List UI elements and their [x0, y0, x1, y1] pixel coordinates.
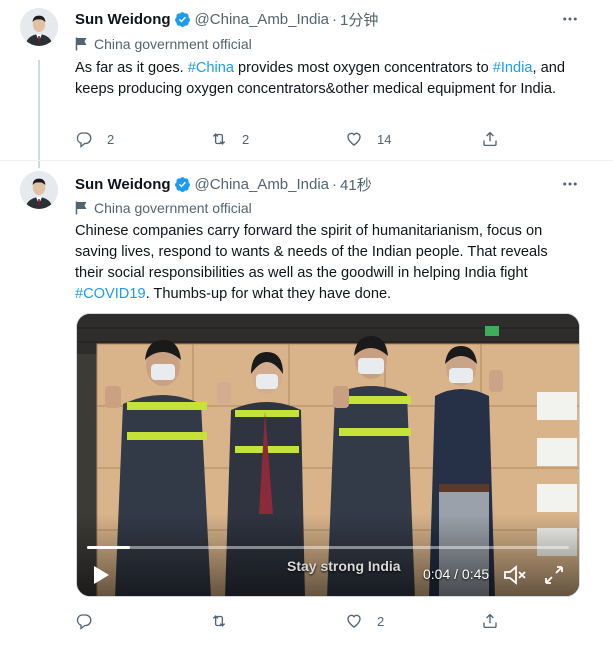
heart-icon	[347, 614, 361, 628]
hashtag-link[interactable]: #COVID19	[75, 286, 146, 302]
play-icon	[94, 566, 109, 584]
retweet-button[interactable]: 2	[210, 128, 249, 150]
timestamp[interactable]: 41秒	[340, 174, 372, 195]
account-label[interactable]: China government official	[75, 198, 252, 218]
flag-icon	[75, 201, 88, 215]
thread-connector	[38, 60, 40, 168]
account-label-text: China government official	[94, 36, 252, 52]
fullscreen-button[interactable]	[543, 564, 565, 586]
author-handle[interactable]: @China_Amb_India	[195, 11, 329, 28]
more-icon[interactable]	[561, 8, 579, 30]
separator: ·	[332, 10, 338, 28]
fullscreen-icon	[545, 566, 563, 584]
video-progress-bar[interactable]	[87, 546, 569, 549]
tweet-actions: 2	[75, 610, 515, 632]
video-frame	[77, 314, 579, 596]
tweet-text: As far as it goes. #China provides most …	[75, 58, 575, 100]
like-count: 2	[377, 613, 385, 629]
tweet-text-segment: Chinese companies carry forward the spir…	[75, 223, 548, 281]
retweet-button[interactable]	[210, 610, 242, 632]
video-player[interactable]: Stay strong India 0:04 / 0:45	[76, 313, 580, 597]
avatar[interactable]	[20, 171, 58, 209]
heart-icon	[347, 132, 361, 146]
hashtag-link[interactable]: #China	[188, 60, 234, 76]
video-progress-fill	[87, 546, 131, 549]
volume-button[interactable]	[503, 564, 527, 586]
reply-button[interactable]	[75, 610, 107, 632]
tweet[interactable]: Sun Weidong @China_Amb_India · 41秒 China…	[0, 160, 613, 653]
share-icon	[483, 613, 497, 629]
more-icon[interactable]	[561, 173, 579, 195]
author-handle[interactable]: @China_Amb_India	[195, 176, 329, 193]
reply-count: 2	[107, 131, 115, 147]
flag-icon	[75, 37, 88, 51]
volume-icon	[504, 565, 526, 585]
avatar[interactable]	[20, 8, 58, 46]
tweet[interactable]: Sun Weidong @China_Amb_India · 1分钟 China…	[0, 0, 613, 168]
like-button[interactable]: 14	[345, 128, 391, 150]
retweet-icon	[212, 133, 226, 145]
verified-badge-icon	[174, 11, 191, 28]
author-name[interactable]: Sun Weidong	[75, 11, 171, 28]
separator: ·	[332, 175, 338, 193]
share-icon	[483, 131, 497, 147]
play-button[interactable]	[91, 564, 111, 586]
share-button[interactable]	[481, 610, 499, 632]
share-button[interactable]	[481, 128, 499, 150]
video-caption: Stay strong India	[287, 558, 401, 574]
account-label[interactable]: China government official	[75, 34, 252, 54]
account-label-text: China government official	[94, 200, 252, 216]
reply-icon	[76, 614, 92, 630]
reply-button[interactable]: 2	[75, 128, 114, 150]
tweet-text: Chinese companies carry forward the spir…	[75, 221, 575, 305]
like-button[interactable]: 2	[345, 610, 384, 632]
timestamp[interactable]: 1分钟	[340, 9, 378, 30]
tweet-text-segment: provides most oxygen concentrators to	[234, 60, 493, 76]
verified-badge-icon	[174, 176, 191, 193]
retweet-icon	[212, 615, 226, 627]
author-name[interactable]: Sun Weidong	[75, 176, 171, 193]
tweet-text-segment: . Thumbs-up for what they have done.	[145, 286, 392, 302]
reply-icon	[76, 132, 92, 148]
tweet-actions: 2 2 14	[75, 128, 515, 150]
hashtag-link[interactable]: #India	[493, 60, 533, 76]
like-count: 14	[377, 131, 392, 147]
tweet-text-segment: As far as it goes.	[75, 60, 188, 76]
retweet-count: 2	[242, 131, 250, 147]
video-timecode: 0:04 / 0:45	[423, 566, 490, 582]
